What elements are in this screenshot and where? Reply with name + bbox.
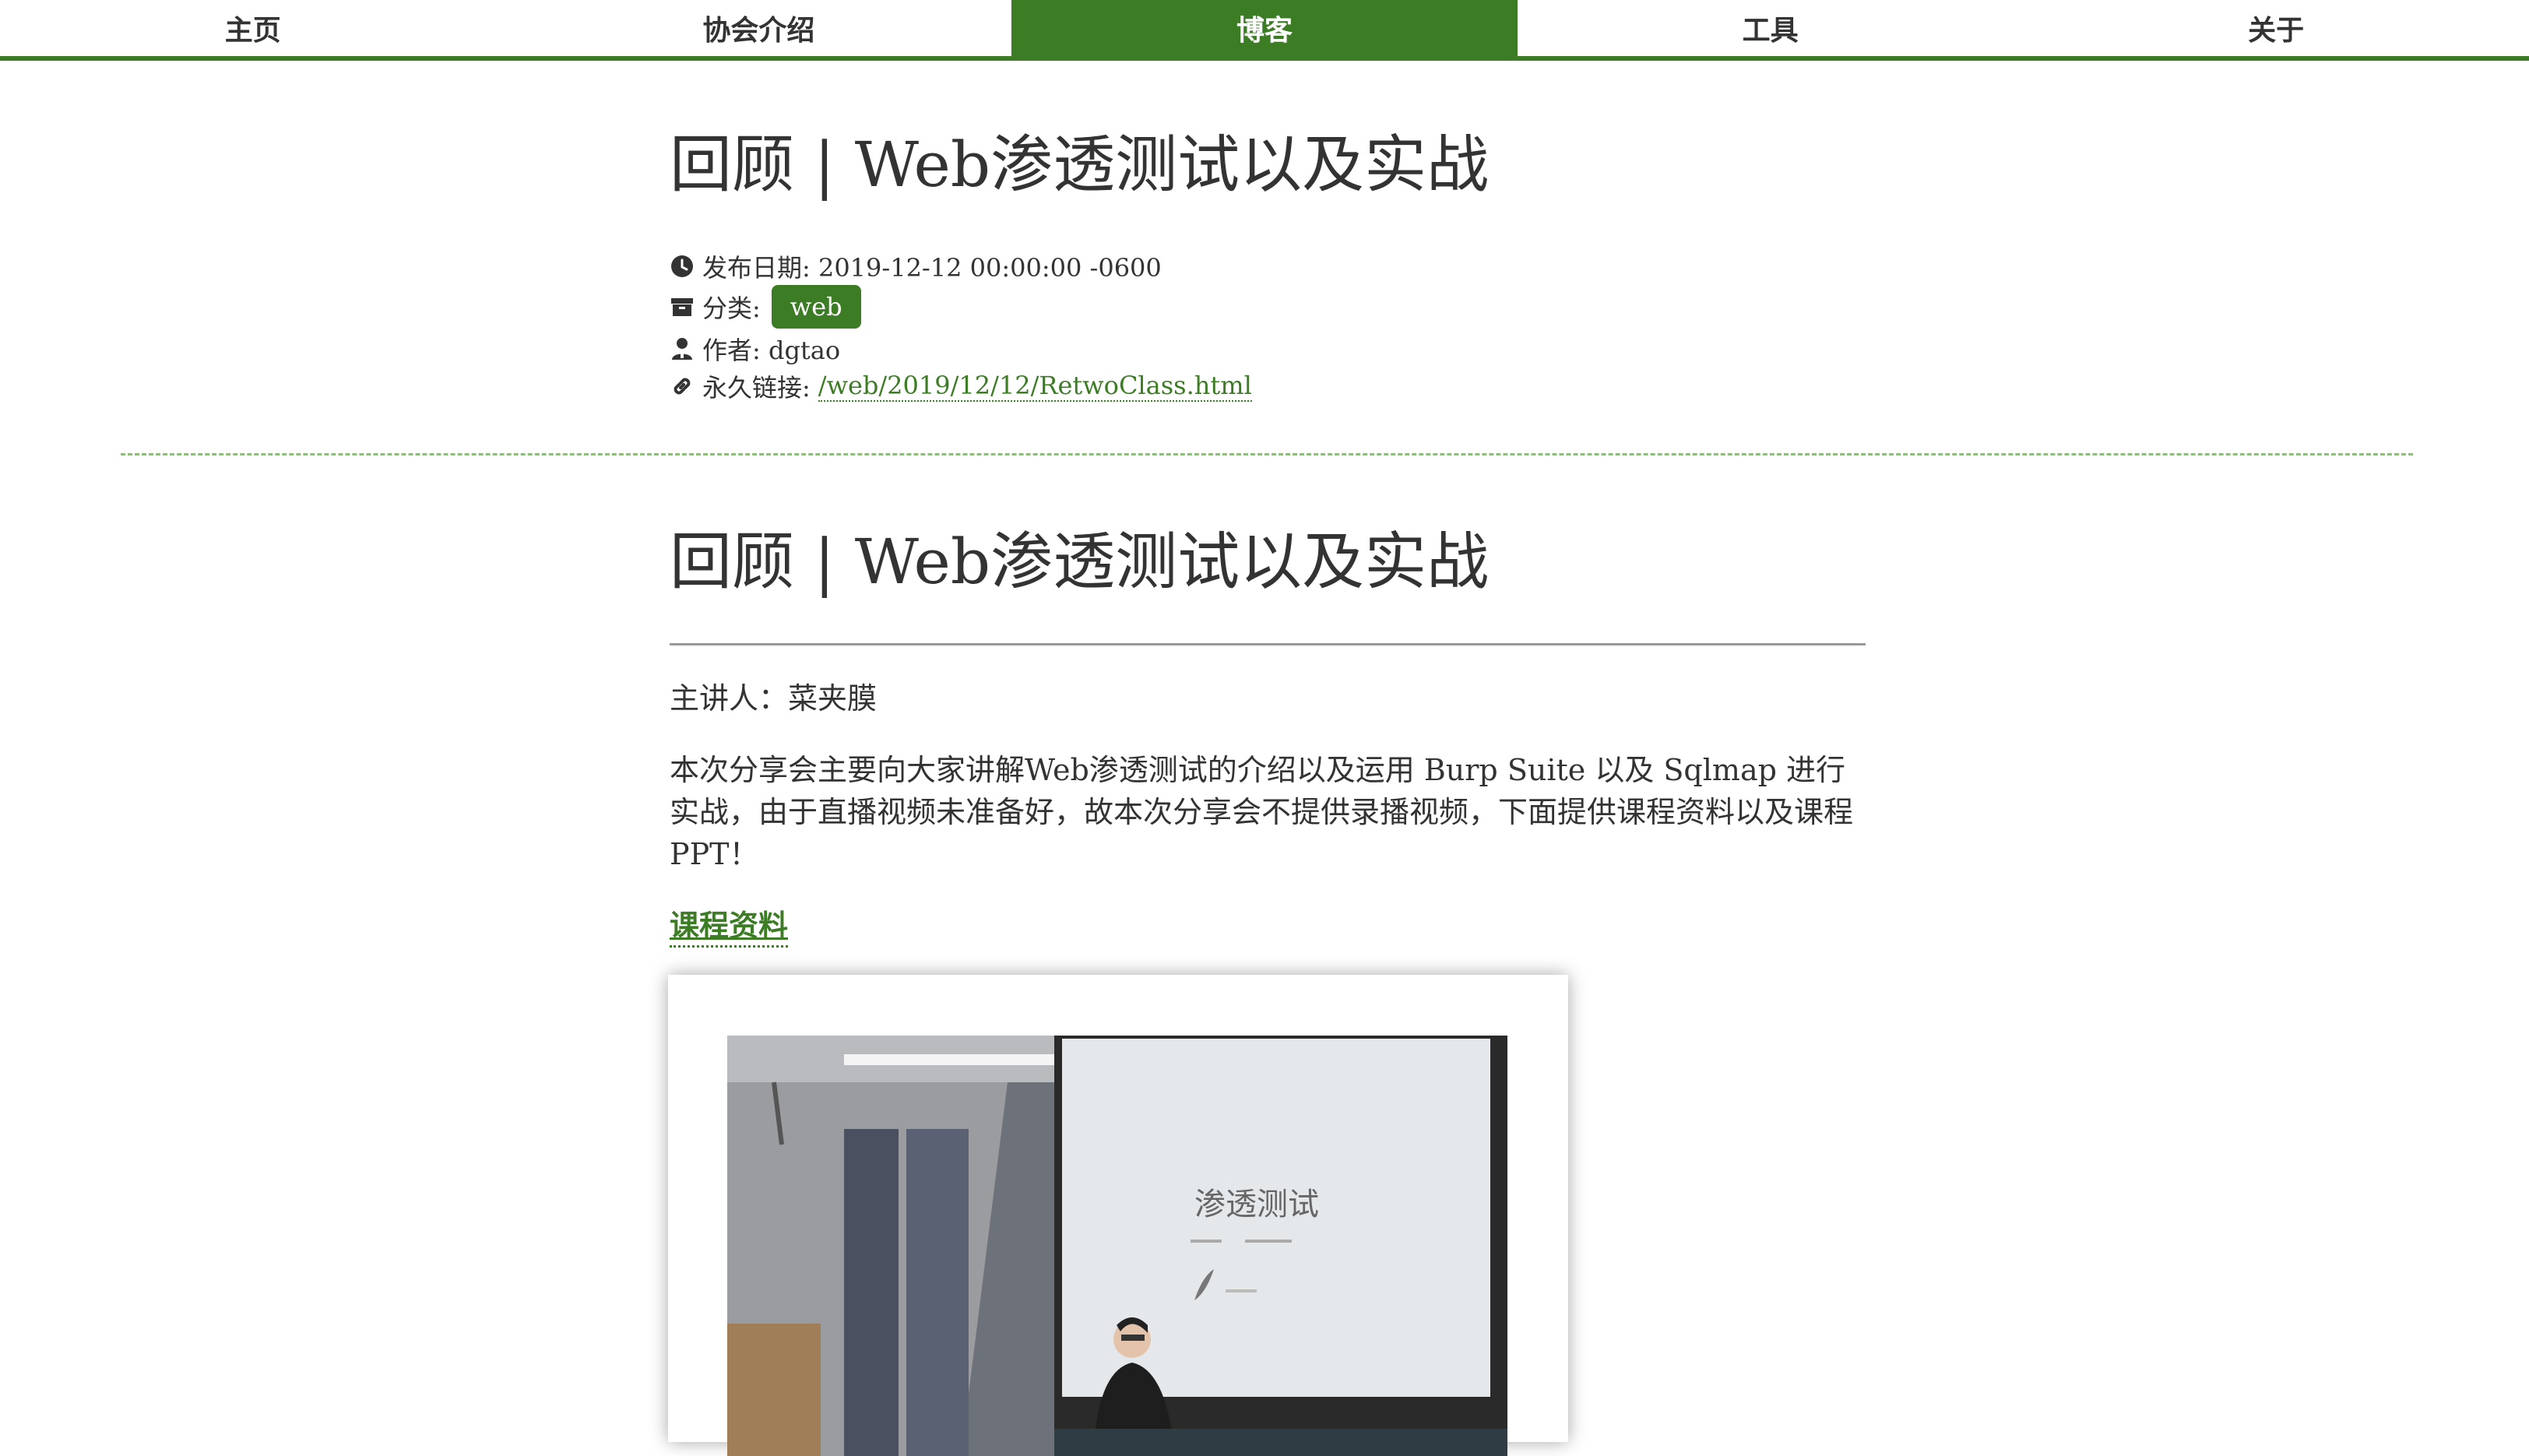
post-date-text: 发布日期: 2019-12-12 00:00:00 -0600 [702, 253, 1162, 283]
nav-item-home[interactable]: 主页 [0, 0, 506, 56]
post-category: 分类: web [670, 285, 861, 329]
slide-title: 渗透测试 [1194, 1187, 1319, 1222]
photo-card: 渗透测试 [668, 975, 1568, 1456]
post-date: 发布日期: 2019-12-12 00:00:00 -0600 [670, 249, 1162, 283]
top-nav: 主页 协会介绍 博客 工具 关于 [0, 0, 2529, 61]
nav-item-blog[interactable]: 博客 [1011, 0, 1518, 56]
post-title: 回顾 | Web渗透测试以及实战 [670, 128, 1490, 201]
nav-item-tools[interactable]: 工具 [1518, 0, 2024, 56]
user-icon [670, 336, 695, 361]
content-heading: 回顾 | Web渗透测试以及实战 [670, 526, 1490, 598]
post-permalink-label: 永久链接: [702, 373, 811, 403]
category-badge[interactable]: web [771, 285, 861, 329]
post-author-text: 作者: dgtao [702, 336, 841, 365]
post-category-label: 分类: [702, 294, 761, 323]
post-permalink: 永久链接: /web/2019/12/12/RetwoClass.html [670, 369, 1252, 403]
post-author: 作者: dgtao [670, 332, 840, 366]
materials-link[interactable]: 课程资料 [670, 906, 789, 948]
clock-icon [670, 254, 695, 279]
permalink-link[interactable]: /web/2019/12/12/RetwoClass.html [818, 371, 1252, 402]
heading-rule [670, 643, 1866, 645]
link-icon [670, 374, 695, 399]
archive-icon [670, 294, 695, 319]
speaker-line: 主讲人：菜夹膜 [670, 681, 878, 716]
nav-item-association[interactable]: 协会介绍 [506, 0, 1012, 56]
nav-item-about[interactable]: 关于 [2023, 0, 2529, 56]
section-divider [121, 453, 2413, 455]
lecture-photo[interactable]: 渗透测试 [727, 1036, 1507, 1456]
intro-paragraph: 本次分享会主要向大家讲解Web渗透测试的介绍以及运用 Burp Suite 以及… [670, 753, 1854, 871]
